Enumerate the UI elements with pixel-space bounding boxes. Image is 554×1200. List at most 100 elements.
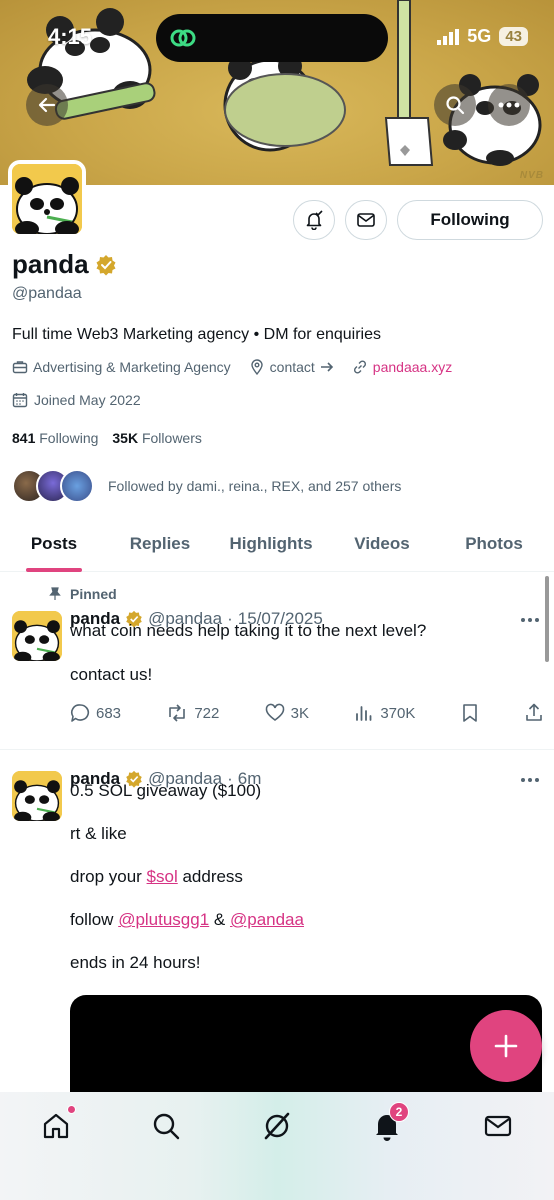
profile-tabs: Posts Replies Highlights Videos Photos [0,516,554,572]
following-button[interactable]: Following [397,200,543,240]
pinned-post[interactable]: Pinned panda @pandaa · 15/07/2025 what c… [0,573,554,750]
search-icon [153,1113,180,1140]
reply-icon [71,704,90,722]
display-name: panda [12,249,117,280]
post-more-icon[interactable] [520,617,540,623]
text-segment: drop your [70,867,147,886]
envelope-icon [357,213,375,227]
profile-avatar[interactable] [8,160,86,238]
like-button[interactable]: 3K [265,703,309,723]
home-icon [43,1113,69,1139]
tab-label: Highlights [229,534,313,553]
reply-count: 683 [96,704,122,722]
followers-stat-label: Followers [141,430,202,446]
follow-stats: 841 Following 35K Followers [12,430,202,446]
following-count: 841 [12,430,36,446]
profile-meta-row: Advertising & Marketing Agency contact p… [12,359,464,375]
home-unread-dot [67,1105,76,1114]
banner-signature: NVB [519,170,544,181]
profile-banner[interactable]: 4:15 5G 43 NVB [0,0,554,185]
signal-icon [437,28,460,45]
tab-label: Replies [129,534,191,553]
post-text-line [70,642,426,664]
post-text-line: what coin needs help taking it to the ne… [70,621,427,640]
nav-home[interactable] [38,1105,76,1144]
pinned-label: Pinned [48,586,117,602]
pinned-text: Pinned [70,586,117,602]
bookmark-button[interactable] [461,703,479,723]
tab-label: Photos [465,534,523,553]
post-text-line: 0.5 SOL giveaway ($100) [70,781,262,800]
heart-icon [265,703,284,721]
nav-messages[interactable] [480,1108,516,1144]
post-text-line: ends in 24 hours! [70,953,201,972]
post-text: 0.5 SOL giveaway ($100) rt & like drop y… [70,780,304,974]
network-label: 5G [467,26,492,46]
post-more-icon[interactable] [520,777,540,783]
views-button[interactable]: 370K [354,703,415,723]
tab-photos[interactable]: Photos [434,516,554,572]
followers-count: 35K [112,430,139,446]
panda-avatar-image [12,771,62,821]
contact-label: contact [269,359,315,375]
compose-button[interactable] [470,1010,542,1082]
status-bar: 4:15 5G 43 [0,0,554,70]
followers-stat[interactable]: 35K Followers [112,430,201,446]
arrow-left-icon [38,97,56,113]
tab-replies[interactable]: Replies [108,516,212,572]
dynamic-island [156,14,388,62]
post-avatar[interactable] [12,611,62,661]
post-actions: 683 722 3K 370K [70,703,544,723]
reply-button[interactable]: 683 [70,703,121,723]
more-horizontal-icon [498,102,520,108]
post-text-line: contact us! [70,665,153,684]
location-pin-icon [250,359,263,375]
active-tab-indicator [26,568,82,572]
followed-by-text: Followed by dami., reina., REX, and 257 … [108,478,402,494]
cashtag-link[interactable]: $sol [147,867,178,886]
tab-label: Videos [354,534,410,553]
view-count: 370K [380,704,416,722]
tab-videos[interactable]: Videos [330,516,434,572]
panda-avatar-image [12,611,62,661]
text-segment: & [209,910,230,929]
category-item: Advertising & Marketing Agency [12,359,231,375]
share-button[interactable] [524,703,544,723]
search-profile-button[interactable] [434,84,476,126]
share-icon [526,703,542,721]
plus-icon [494,1034,518,1058]
website-link[interactable]: pandaaa.xyz [352,359,452,375]
more-options-button[interactable] [488,84,530,126]
profile-handle: @pandaa [12,285,82,302]
status-indicators: 5G 43 [437,26,528,47]
followed-by-row[interactable]: Followed by dami., reina., REX, and 257 … [12,469,401,503]
following-stat-label: Following [39,430,99,446]
nav-notifications[interactable]: 2 [369,1102,409,1144]
message-button[interactable] [345,200,387,240]
like-count: 3K [290,704,310,722]
category-label: Advertising & Marketing Agency [33,359,231,375]
scrollbar[interactable] [545,576,549,662]
notifications-toggle-button[interactable] [293,200,335,240]
grok-icon [264,1112,290,1140]
following-stat[interactable]: 841 Following [12,430,98,446]
pin-icon [49,587,61,600]
mention-link[interactable]: @plutusgg1 [118,910,209,929]
post-avatar[interactable] [12,771,62,821]
joined-label: Joined May 2022 [34,392,141,408]
contact-link[interactable]: contact [249,359,334,375]
bottom-navigation: 2 [0,1092,554,1200]
follower-avatar [60,469,94,503]
nav-grok[interactable] [259,1108,295,1144]
tab-label: Posts [30,534,78,553]
battery-indicator: 43 [499,27,528,46]
repost-button[interactable]: 722 [166,703,219,723]
tab-posts[interactable]: Posts [0,516,108,572]
post-text-line: follow @plutusgg1 & @pandaa [70,909,304,931]
back-button[interactable] [26,84,68,126]
nav-search[interactable] [148,1108,184,1144]
status-time: 4:15 [48,24,93,49]
mention-link[interactable]: @pandaa [230,910,304,929]
tab-highlights[interactable]: Highlights [212,516,330,572]
post-text-line: drop your $sol address [70,866,304,888]
